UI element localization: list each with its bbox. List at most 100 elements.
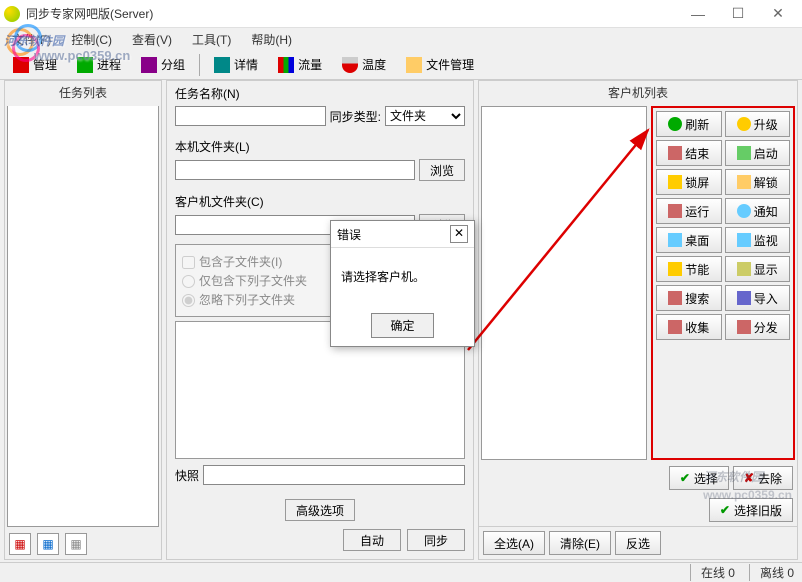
lock-icon [668, 175, 682, 189]
clear-button[interactable]: 清除(E) [549, 531, 611, 555]
process-icon [77, 57, 93, 73]
menubar: 文件(F) 控制(C) 查看(V) 工具(T) 帮助(H) [0, 28, 802, 50]
status-offline: 离线 0 [749, 564, 794, 581]
auto-button[interactable]: 自动 [343, 529, 401, 551]
tb-temp-label: 温度 [362, 56, 386, 73]
action-end[interactable]: 结束 [656, 140, 722, 166]
tb-traffic-label: 流量 [298, 56, 322, 73]
maximize-button[interactable]: ☐ [718, 0, 758, 28]
notify-icon [737, 204, 751, 218]
action-desktop[interactable]: 桌面 [656, 227, 722, 253]
dialog-close-button[interactable]: ✕ [450, 225, 468, 243]
tb-temp[interactable]: 温度 [333, 52, 395, 77]
action-monitor[interactable]: 监视 [725, 227, 791, 253]
task-edit-button[interactable]: ▦ [37, 533, 59, 555]
task-list[interactable] [7, 106, 159, 527]
task-name-input[interactable] [175, 106, 326, 126]
tb-detail[interactable]: 详情 [205, 52, 267, 77]
task-list-header: 任务列表 [5, 81, 161, 104]
check-icon: ✔ [720, 503, 730, 517]
sync-type-select[interactable]: 文件夹 [385, 106, 465, 126]
statusbar: 在线 0 离线 0 [0, 562, 802, 582]
task-list-toolbar: ▦ ▦ ▦ [5, 529, 161, 559]
menu-control[interactable]: 控制(C) [65, 29, 118, 50]
manage-icon [13, 57, 29, 73]
action-lock[interactable]: 锁屏 [656, 169, 722, 195]
temp-icon [342, 57, 358, 73]
tb-manage-label: 管理 [33, 56, 57, 73]
local-folder-label: 本机文件夹(L) [175, 138, 250, 155]
run-icon [668, 204, 682, 218]
check-icon: ✔ [680, 471, 690, 485]
tb-files[interactable]: 文件管理 [397, 52, 483, 77]
tb-group[interactable]: 分组 [132, 52, 194, 77]
action-search[interactable]: 搜索 [656, 285, 722, 311]
client-folder-label: 客户机文件夹(C) [175, 193, 264, 210]
dialog-title: 错误 [337, 226, 450, 243]
import-icon [737, 291, 751, 305]
tb-process[interactable]: 进程 [68, 52, 130, 77]
action-start[interactable]: 启动 [725, 140, 791, 166]
menu-help[interactable]: 帮助(H) [245, 29, 298, 50]
start-icon [737, 146, 751, 160]
local-browse-button[interactable]: 浏览 [419, 159, 465, 181]
minimize-button[interactable]: — [678, 0, 718, 28]
desktop-icon [668, 233, 682, 247]
local-folder-input[interactable] [175, 160, 415, 180]
task-add-button[interactable]: ▦ [9, 533, 31, 555]
action-upgrade[interactable]: 升级 [725, 111, 791, 137]
search-icon [668, 291, 682, 305]
group-icon [141, 57, 157, 73]
client-list[interactable] [481, 106, 647, 460]
select-button[interactable]: ✔选择 [669, 466, 729, 490]
cross-icon: ✘ [744, 471, 754, 485]
close-button[interactable]: ✕ [758, 0, 798, 28]
traffic-icon [278, 57, 294, 73]
menu-file[interactable]: 文件(F) [6, 29, 57, 50]
upgrade-icon [737, 117, 751, 131]
snapshot-label: 快照 [175, 467, 199, 484]
tb-process-label: 进程 [97, 56, 121, 73]
sync-type-label: 同步类型: [330, 108, 381, 125]
task-name-label: 任务名称(N) [175, 85, 240, 102]
action-notify[interactable]: 通知 [725, 198, 791, 224]
action-display[interactable]: 显示 [725, 256, 791, 282]
app-icon [4, 6, 20, 22]
action-collect[interactable]: 收集 [656, 314, 722, 340]
distribute-icon [737, 320, 751, 334]
invert-button[interactable]: 反选 [615, 531, 661, 555]
error-dialog: 错误 ✕ 请选择客户机。 确定 [330, 220, 475, 347]
task-delete-button[interactable]: ▦ [65, 533, 87, 555]
tb-group-label: 分组 [161, 56, 185, 73]
end-icon [668, 146, 682, 160]
remove-button[interactable]: ✘去除 [733, 466, 793, 490]
action-import[interactable]: 导入 [725, 285, 791, 311]
select-old-button[interactable]: ✔选择旧版 [709, 498, 793, 522]
display-icon [737, 262, 751, 276]
action-run[interactable]: 运行 [656, 198, 722, 224]
unlock-icon [737, 175, 751, 189]
action-refresh[interactable]: 刷新 [656, 111, 722, 137]
dialog-ok-button[interactable]: 确定 [371, 313, 433, 338]
tb-files-label: 文件管理 [426, 56, 474, 73]
action-grid: 刷新 升级 结束 启动 锁屏 解锁 运行 通知 桌面 监视 节能 显示 搜索 导… [651, 106, 795, 460]
select-all-button[interactable]: 全选(A) [483, 531, 545, 555]
detail-icon [214, 57, 230, 73]
menu-tools[interactable]: 工具(T) [186, 29, 237, 50]
dialog-message: 请选择客户机。 [331, 248, 474, 305]
sync-button[interactable]: 同步 [407, 529, 465, 551]
collect-icon [668, 320, 682, 334]
tb-detail-label: 详情 [234, 56, 258, 73]
folder-icon [406, 57, 422, 73]
tb-manage[interactable]: 管理 [4, 52, 66, 77]
snapshot-input[interactable] [203, 465, 465, 485]
client-list-panel: 客户机列表 刷新 升级 结束 启动 锁屏 解锁 运行 通知 桌面 监视 节能 显… [478, 80, 798, 560]
titlebar: 同步专家网吧版(Server) — ☐ ✕ [0, 0, 802, 28]
action-eco[interactable]: 节能 [656, 256, 722, 282]
action-distribute[interactable]: 分发 [725, 314, 791, 340]
action-unlock[interactable]: 解锁 [725, 169, 791, 195]
status-online: 在线 0 [690, 564, 735, 581]
tb-traffic[interactable]: 流量 [269, 52, 331, 77]
advanced-button[interactable]: 高级选项 [285, 499, 355, 521]
menu-view[interactable]: 查看(V) [126, 29, 178, 50]
